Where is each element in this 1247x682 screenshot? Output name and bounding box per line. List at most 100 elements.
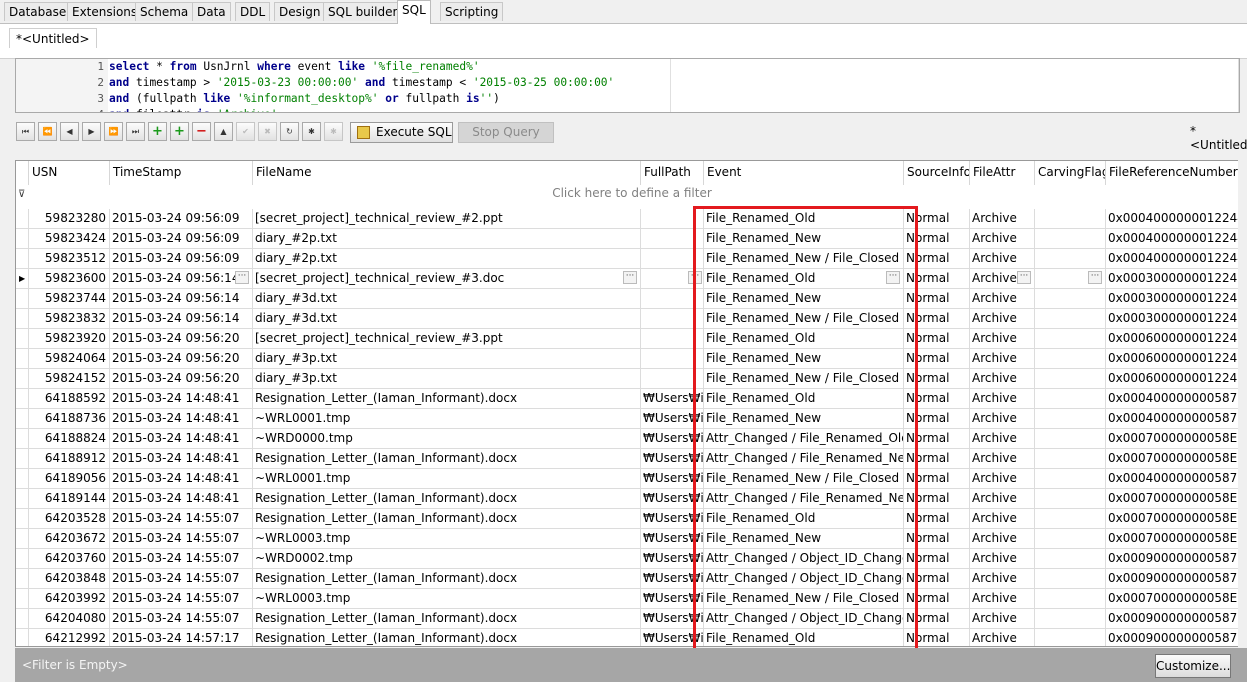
cell-filename[interactable]: ~WRL0003.tmp <box>253 589 641 608</box>
cell-filereferencenumber[interactable]: 0x00070000000058EE <box>1106 429 1247 448</box>
cell-fileattr[interactable]: Archive <box>970 549 1035 568</box>
table-row[interactable]: 64204080 2015-03-24 14:55:07 Resignation_L… <box>16 609 1247 629</box>
cell-filereferencenumber[interactable]: 0x0006000000012246 <box>1106 369 1247 388</box>
cell-timestamp[interactable]: 2015-03-24 09:56:20 <box>110 369 253 388</box>
cell-filereferencenumber[interactable]: 0x00070000000058EE <box>1106 509 1247 528</box>
row-indicator[interactable] <box>16 489 29 508</box>
cell-carvingflag[interactable] <box>1035 609 1106 628</box>
ellipsis-icon[interactable]: ··· <box>1088 271 1102 284</box>
tab-scripting[interactable]: Scripting <box>440 2 504 21</box>
cell-carvingflag[interactable] <box>1035 409 1106 428</box>
cell-filereferencenumber[interactable]: 0x00070000000058EE <box>1106 449 1247 468</box>
asterisk-icon[interactable]: ✱ <box>302 122 321 141</box>
cell-filereferencenumber[interactable]: 0x00070000000058EE <box>1106 589 1247 608</box>
cell-usn[interactable]: 64189144 <box>29 489 110 508</box>
column-header-fullpath[interactable]: FullPath <box>641 161 704 185</box>
cell-timestamp[interactable]: 2015-03-24 09:56:09 <box>110 209 253 228</box>
cell-fileattr[interactable]: Archive <box>970 469 1035 488</box>
cell-timestamp[interactable]: 2015-03-24 09:56:09 <box>110 229 253 248</box>
cell-filereferencenumber[interactable]: 0x00070000000058EE <box>1106 489 1247 508</box>
asterisk-disabled-icon[interactable]: ✱ <box>324 122 343 141</box>
cell-filename[interactable]: diary_#2p.txt <box>253 229 641 248</box>
cell-carvingflag[interactable] <box>1035 589 1106 608</box>
row-indicator[interactable] <box>16 349 29 368</box>
cell-filename[interactable]: Resignation_Letter_(Iaman_Informant).doc… <box>253 449 641 468</box>
table-row[interactable]: 64203672 2015-03-24 14:55:07 ~WRL0003.tmp ₩… <box>16 529 1247 549</box>
cell-timestamp[interactable]: 2015-03-24 14:55:07 <box>110 569 253 588</box>
table-row[interactable]: 64188824 2015-03-24 14:48:41 ~WRD0000.tmp ₩… <box>16 429 1247 449</box>
cell-usn[interactable]: 59823600 <box>29 269 110 288</box>
cell-usn[interactable]: 59824152 <box>29 369 110 388</box>
cell-timestamp[interactable]: 2015-03-24 14:48:41 <box>110 429 253 448</box>
table-row[interactable]: 64203528 2015-03-24 14:55:07 Resignation_L… <box>16 509 1247 529</box>
row-indicator[interactable] <box>16 529 29 548</box>
table-row[interactable]: 64189056 2015-03-24 14:48:41 ~WRL0001.tmp ₩… <box>16 469 1247 489</box>
column-header-usn[interactable]: USN <box>29 161 110 185</box>
cell-filename[interactable]: Resignation_Letter_(Iaman_Informant).doc… <box>253 629 641 646</box>
cell-carvingflag[interactable] <box>1035 289 1106 308</box>
row-indicator[interactable] <box>16 389 29 408</box>
cell-filename[interactable]: ~WRL0003.tmp <box>253 529 641 548</box>
column-header-filename[interactable]: FileName <box>253 161 641 185</box>
cell-fileattr[interactable]: Archive <box>970 389 1035 408</box>
cell-filename[interactable]: diary_#3p.txt <box>253 369 641 388</box>
cell-usn[interactable]: 59823424 <box>29 229 110 248</box>
cell-carvingflag[interactable] <box>1035 209 1106 228</box>
cell-carvingflag[interactable] <box>1035 529 1106 548</box>
row-indicator[interactable] <box>16 209 29 228</box>
cell-timestamp[interactable]: 2015-03-24 14:55:07 <box>110 529 253 548</box>
row-indicator[interactable]: ▶ <box>16 269 29 288</box>
cell-usn[interactable]: 59824064 <box>29 349 110 368</box>
table-row[interactable]: 64203760 2015-03-24 14:55:07 ~WRD0002.tmp ₩… <box>16 549 1247 569</box>
cell-timestamp[interactable]: 2015-03-24 14:55:07 <box>110 509 253 528</box>
cell-filename[interactable]: ~WRL0001.tmp <box>253 469 641 488</box>
cell-timestamp[interactable]: 2015-03-24 14:48:41 <box>110 489 253 508</box>
cell-carvingflag[interactable] <box>1035 389 1106 408</box>
cell-usn[interactable]: 64188736 <box>29 409 110 428</box>
first-record-icon[interactable]: ⏮ <box>16 122 35 141</box>
row-indicator[interactable] <box>16 409 29 428</box>
grid-vertical-scrollbar[interactable] <box>1238 160 1247 647</box>
row-indicator[interactable] <box>16 469 29 488</box>
cell-filename[interactable]: ~WRD0000.tmp <box>253 429 641 448</box>
next-page-icon[interactable]: ⏩ <box>104 122 123 141</box>
column-header-event[interactable]: Event <box>704 161 904 185</box>
next-record-icon[interactable]: ▶ <box>82 122 101 141</box>
cell-filename[interactable]: [secret_project]_technical_review_#3.ppt <box>253 329 641 348</box>
cell-carvingflag[interactable] <box>1035 229 1106 248</box>
table-row[interactable]: 64189144 2015-03-24 14:48:41 Resignation_L… <box>16 489 1247 509</box>
table-row[interactable]: 64188912 2015-03-24 14:48:41 Resignation_L… <box>16 449 1247 469</box>
row-indicator[interactable] <box>16 429 29 448</box>
cell-fileattr[interactable]: Archive <box>970 589 1035 608</box>
cell-carvingflag[interactable] <box>1035 489 1106 508</box>
cell-timestamp[interactable]: 2015-03-24 09:56:14 <box>110 269 253 288</box>
cell-timestamp[interactable]: 2015-03-24 14:48:41 <box>110 469 253 488</box>
ellipsis-icon[interactable]: ··· <box>1017 271 1031 284</box>
tab-extensions[interactable]: Extensions <box>67 2 143 21</box>
cell-carvingflag[interactable] <box>1035 469 1106 488</box>
cell-usn[interactable]: 64203672 <box>29 529 110 548</box>
cell-fileattr[interactable]: Archive <box>970 209 1035 228</box>
cell-filename[interactable]: [secret_project]_technical_review_#3.doc <box>253 269 641 288</box>
cell-fileattr[interactable]: Archive <box>970 509 1035 528</box>
cell-filereferencenumber[interactable]: 0x0009000000005870 <box>1106 549 1247 568</box>
row-indicator[interactable] <box>16 369 29 388</box>
cell-usn[interactable]: 64188592 <box>29 389 110 408</box>
cell-fileattr[interactable]: Archive <box>970 249 1035 268</box>
cell-carvingflag[interactable] <box>1035 349 1106 368</box>
cell-usn[interactable]: 59823280 <box>29 209 110 228</box>
row-indicator[interactable] <box>16 229 29 248</box>
cell-filereferencenumber[interactable]: 0x0004000000005870 <box>1106 409 1247 428</box>
cell-usn[interactable]: 64212992 <box>29 629 110 646</box>
cell-filereferencenumber[interactable]: 0x0004000000012244 <box>1106 229 1247 248</box>
cell-fileattr[interactable]: Archive <box>970 229 1035 248</box>
row-indicator[interactable] <box>16 509 29 528</box>
post-edit-icon[interactable]: ✔ <box>236 122 255 141</box>
cell-usn[interactable]: 64203992 <box>29 589 110 608</box>
table-row[interactable]: 59823424 2015-03-24 09:56:09 diary_#2p.txt… <box>16 229 1247 249</box>
cell-carvingflag[interactable] <box>1035 629 1106 646</box>
customize-button[interactable]: Customize... <box>1155 654 1231 678</box>
table-row[interactable]: 59823832 2015-03-24 09:56:14 diary_#3d.txt… <box>16 309 1247 329</box>
ellipsis-icon[interactable]: ··· <box>235 271 249 284</box>
column-header-sourceinfo[interactable]: SourceInfo <box>904 161 970 185</box>
